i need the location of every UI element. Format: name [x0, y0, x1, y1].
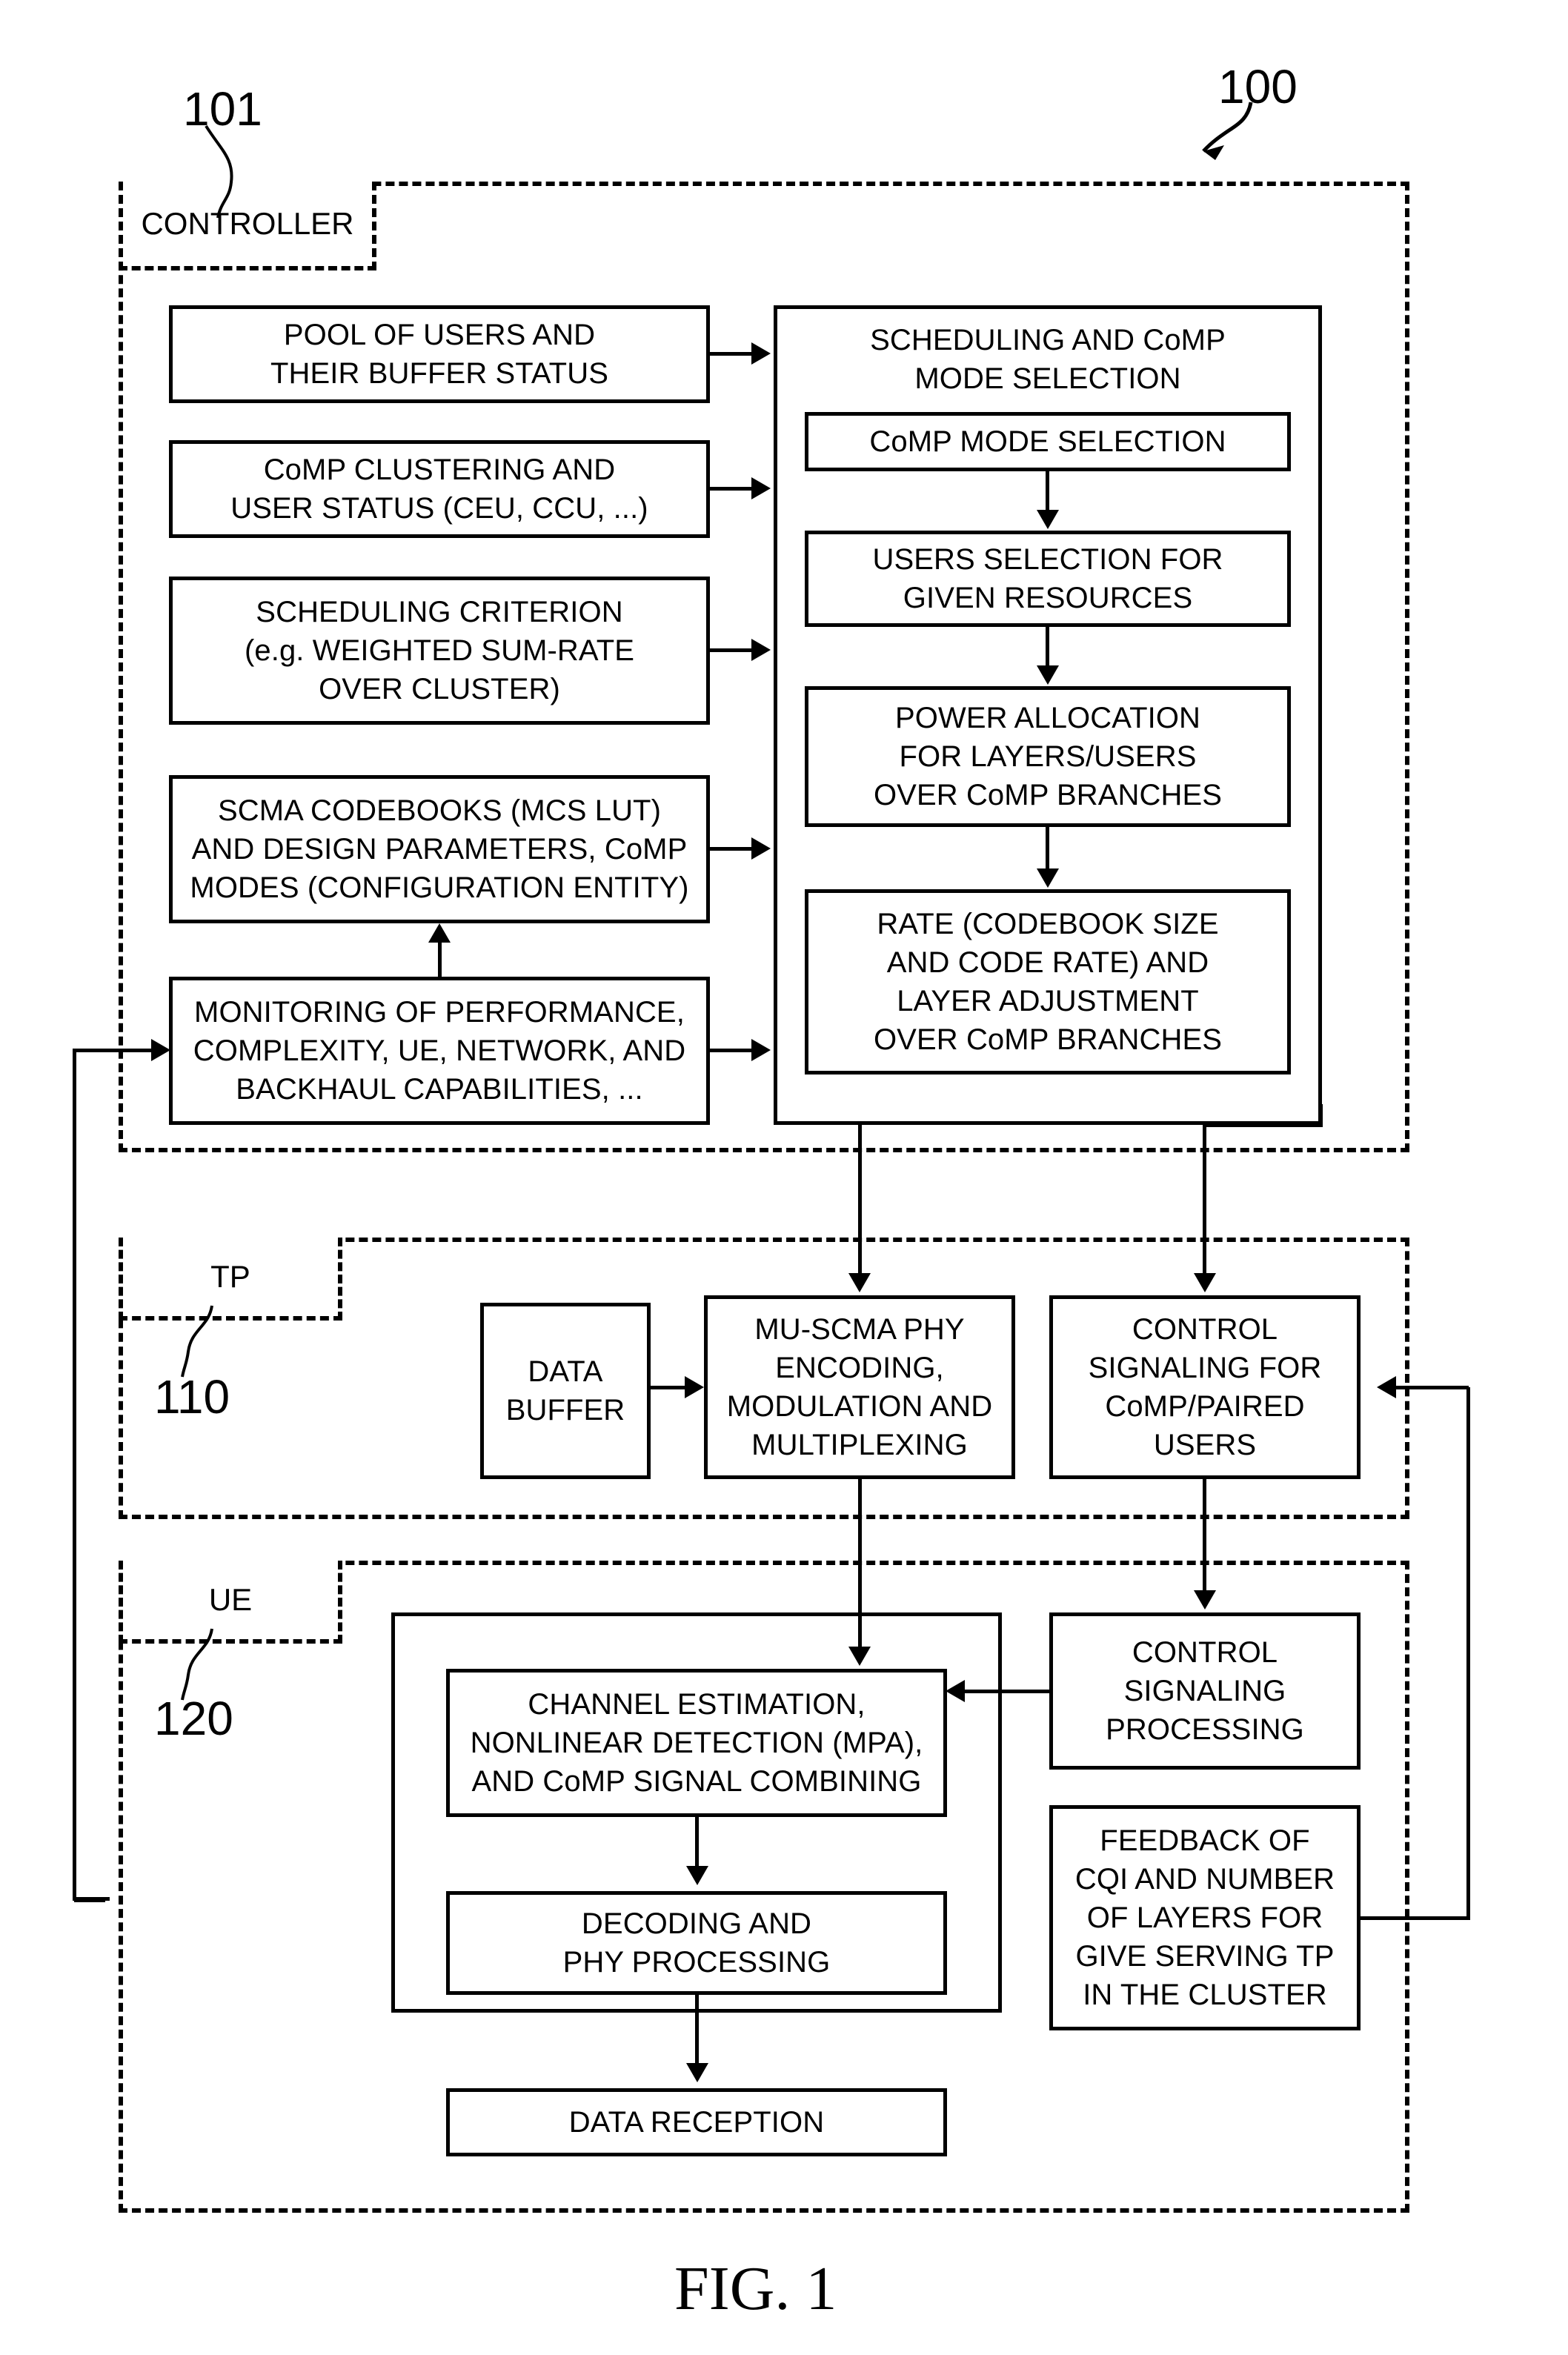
block-monitoring-label: MONITORING OF PERFORMANCE, COMPLEXITY, U…	[193, 996, 686, 1106]
connector-scheduling-to-control-signaling	[1203, 1125, 1206, 1275]
connector-codebooks-to-scheduling	[710, 847, 753, 851]
arrowhead-criterion-to-scheduling	[751, 639, 771, 661]
arrowhead-scheduling-to-phy	[848, 1273, 871, 1292]
block-decoding-phy-label: DECODING AND PHY PROCESSING	[562, 1907, 831, 1979]
leader-line-101	[205, 124, 233, 219]
block-rate-layer-adjustment[interactable]: RATE (CODEBOOK SIZE AND CODE RATE) AND L…	[805, 889, 1291, 1074]
arrowhead-users-to-power	[1037, 665, 1059, 685]
block-scma-codebooks-label: SCMA CODEBOOKS (MCS LUT) AND DESIGN PARA…	[190, 794, 689, 904]
arrowhead-phy-to-channel-estimation	[848, 1647, 871, 1666]
connector-scheduling-to-phy	[858, 1125, 862, 1275]
connector-clustering-to-scheduling	[710, 487, 753, 491]
block-comp-clustering-label: CoMP CLUSTERING AND USER STATUS (CEU, CC…	[230, 454, 648, 525]
connector-monitoring-to-scheduling	[710, 1049, 753, 1052]
block-feedback-cqi[interactable]: FEEDBACK OF CQI AND NUMBER OF LAYERS FOR…	[1049, 1805, 1361, 2030]
patent-figure-page: 100 CONTROLLER 101 POOL OF USERS AND THE…	[0, 0, 1568, 2355]
arrowhead-processing-to-channel-estimation	[946, 1680, 965, 1702]
arrowhead-feedback-into-control-signaling	[1377, 1376, 1396, 1398]
figure-caption: FIG. 1	[674, 2254, 837, 2323]
block-channel-estimation-label: CHANNEL ESTIMATION, NONLINEAR DETECTION …	[470, 1688, 923, 1798]
connector-buffer-to-phy	[651, 1386, 686, 1389]
connector-control-to-processing	[1203, 1479, 1206, 1592]
block-data-reception[interactable]: DATA RECEPTION	[446, 2088, 947, 2156]
leader-line-120	[181, 1628, 213, 1701]
block-monitoring[interactable]: MONITORING OF PERFORMANCE, COMPLEXITY, U…	[169, 977, 710, 1125]
block-users-selection-label: USERS SELECTION FOR GIVEN RESOURCES	[872, 543, 1223, 614]
arrowhead-channel-to-decoding	[686, 1866, 708, 1885]
block-scheduling-title: SCHEDULING AND CoMP MODE SELECTION	[870, 324, 1226, 395]
block-control-signaling-comp[interactable]: CONTROL SIGNALING FOR CoMP/PAIRED USERS	[1049, 1295, 1361, 1479]
feedback-loop-riser	[1466, 1387, 1470, 1919]
block-power-allocation-label: POWER ALLOCATION FOR LAYERS/USERS OVER C…	[873, 702, 1223, 811]
connector-power-to-rate	[1046, 827, 1049, 871]
arrowhead-buffer-to-phy	[685, 1376, 704, 1398]
block-comp-clustering[interactable]: CoMP CLUSTERING AND USER STATUS (CEU, CC…	[169, 440, 710, 538]
feedback-loop-to-right	[1361, 1916, 1470, 1920]
arrowhead-decoding-to-reception	[686, 2063, 708, 2082]
monitoring-loop-riser	[73, 1049, 76, 1901]
connector-channel-to-decoding	[695, 1817, 699, 1869]
arrowhead-control-to-processing	[1194, 1590, 1216, 1610]
connector-decoding-to-reception	[695, 1995, 699, 2066]
block-scheduling-criterion-label: SCHEDULING CRITERION (e.g. WEIGHTED SUM-…	[244, 596, 635, 705]
block-pool-of-users[interactable]: POOL OF USERS AND THEIR BUFFER STATUS	[169, 305, 710, 403]
connector-users-to-power	[1046, 627, 1049, 668]
block-pool-of-users-label: POOL OF USERS AND THEIR BUFFER STATUS	[270, 319, 608, 390]
block-control-signaling-comp-label: CONTROL SIGNALING FOR CoMP/PAIRED USERS	[1088, 1313, 1322, 1461]
block-comp-mode-selection-label: CoMP MODE SELECTION	[869, 425, 1226, 458]
feedback-loop-into-control-signaling	[1396, 1386, 1469, 1389]
arrowhead-pool-to-scheduling	[751, 342, 771, 365]
connector-scheduling-right-branch	[1204, 1123, 1323, 1127]
block-data-buffer-label: DATA BUFFER	[505, 1355, 625, 1426]
block-power-allocation[interactable]: POWER ALLOCATION FOR LAYERS/USERS OVER C…	[805, 686, 1291, 827]
block-users-selection[interactable]: USERS SELECTION FOR GIVEN RESOURCES	[805, 531, 1291, 627]
arrowhead-scheduling-to-control-signaling	[1194, 1273, 1216, 1292]
connector-scheduling-right-branch-riser	[1319, 1104, 1323, 1126]
arrowhead-clustering-to-scheduling	[751, 477, 771, 499]
arrowhead-monitoring-to-codebooks	[428, 923, 451, 943]
arrowhead-mode-to-users	[1037, 510, 1059, 529]
block-scma-codebooks[interactable]: SCMA CODEBOOKS (MCS LUT) AND DESIGN PARA…	[169, 775, 710, 923]
block-decoding-phy[interactable]: DECODING AND PHY PROCESSING	[446, 1891, 947, 1995]
arrowhead-codebooks-to-scheduling	[751, 837, 771, 860]
connector-mode-to-users	[1046, 471, 1049, 513]
connector-monitoring-to-codebooks	[438, 941, 442, 978]
block-control-signaling-processing[interactable]: CONTROL SIGNALING PROCESSING	[1049, 1612, 1361, 1770]
block-data-buffer[interactable]: DATA BUFFER	[480, 1303, 651, 1479]
ue-label: UE	[208, 1582, 253, 1617]
arrowhead-power-to-rate	[1037, 868, 1059, 888]
monitoring-loop-into-monitoring	[73, 1049, 154, 1052]
tp-label: TP	[210, 1259, 250, 1294]
block-mu-scma-phy-label: MU-SCMA PHY ENCODING, MODULATION AND MUL…	[726, 1313, 993, 1461]
block-data-reception-label: DATA RECEPTION	[568, 2106, 825, 2139]
arrowhead-monitoring-to-scheduling	[751, 1039, 771, 1061]
block-control-signaling-processing-label: CONTROL SIGNALING PROCESSING	[1106, 1636, 1304, 1746]
block-comp-mode-selection[interactable]: CoMP MODE SELECTION	[805, 412, 1291, 471]
connector-phy-to-channel-estimation	[858, 1479, 862, 1648]
block-channel-estimation[interactable]: CHANNEL ESTIMATION, NONLINEAR DETECTION …	[446, 1669, 947, 1817]
connector-criterion-to-scheduling	[710, 648, 753, 652]
monitoring-loop-bottom-tie	[73, 1897, 110, 1901]
block-rate-layer-adjustment-label: RATE (CODEBOOK SIZE AND CODE RATE) AND L…	[873, 908, 1223, 1056]
connector-processing-to-channel-estimation	[963, 1690, 1051, 1693]
block-mu-scma-phy[interactable]: MU-SCMA PHY ENCODING, MODULATION AND MUL…	[704, 1295, 1015, 1479]
block-scheduling-criterion[interactable]: SCHEDULING CRITERION (e.g. WEIGHTED SUM-…	[169, 577, 710, 725]
connector-pool-to-scheduling	[710, 352, 753, 356]
block-feedback-cqi-label: FEEDBACK OF CQI AND NUMBER OF LAYERS FOR…	[1074, 1824, 1335, 2011]
arrowhead-monitoring-loop	[151, 1039, 170, 1061]
leader-line-110	[181, 1305, 213, 1378]
